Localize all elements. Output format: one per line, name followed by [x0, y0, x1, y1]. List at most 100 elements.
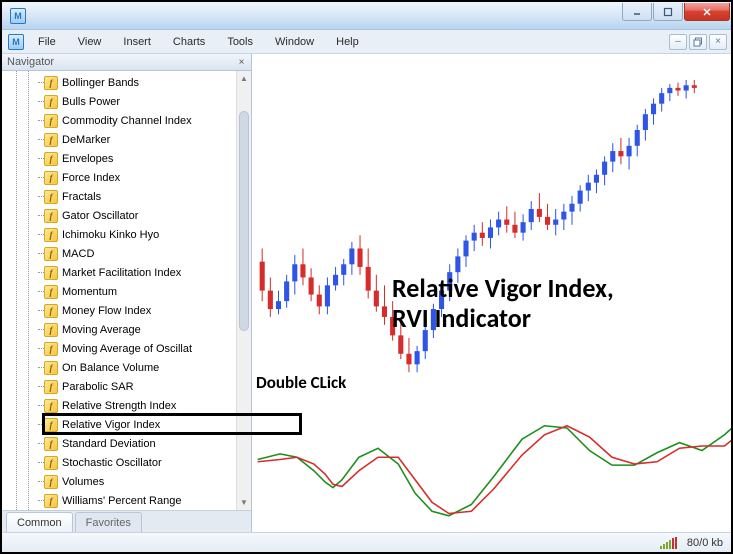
indicator-icon: f	[44, 437, 58, 451]
indicator-item[interactable]: f Momentum	[12, 282, 236, 301]
indicator-label: On Balance Volume	[62, 362, 159, 374]
indicator-icon: f	[44, 114, 58, 128]
indicator-label: Moving Average	[62, 324, 141, 336]
navigator-tab-common[interactable]: Common	[6, 512, 73, 532]
indicator-label: Bollinger Bands	[62, 77, 139, 89]
indicator-icon: f	[44, 361, 58, 375]
indicator-label: Relative Vigor Index	[62, 419, 160, 431]
app-icon: M	[10, 8, 26, 24]
menu-view[interactable]: View	[68, 33, 112, 51]
indicator-icon: f	[44, 95, 58, 109]
indicator-item[interactable]: f MACD	[12, 244, 236, 263]
doc-icon: M	[8, 34, 24, 50]
indicator-icon: f	[44, 323, 58, 337]
navigator-panel: Navigator × f Bollinger Bands f Bulls Power…	[2, 54, 252, 532]
statusbar: 80/0 kb	[2, 532, 731, 552]
doc-close-button[interactable]: ×	[709, 34, 727, 50]
indicator-icon: f	[44, 342, 58, 356]
scroll-up-button[interactable]: ▲	[237, 71, 251, 86]
indicator-item[interactable]: fStochastic Oscillator	[12, 453, 236, 472]
indicator-label: Parabolic SAR	[62, 381, 134, 393]
menu-tools[interactable]: Tools	[217, 33, 263, 51]
indicator-icon: f	[44, 152, 58, 166]
chart-area[interactable]: Relative Vigor Index, RVI Indicator Doub…	[252, 54, 731, 532]
window-minimize-button[interactable]	[622, 3, 652, 21]
scroll-down-button[interactable]: ▼	[237, 495, 251, 510]
connection-bars-icon	[660, 537, 677, 549]
indicator-icon: f	[44, 304, 58, 318]
indicator-label: Envelopes	[62, 153, 113, 165]
indicator-label: Money Flow Index	[62, 305, 151, 317]
indicator-item[interactable]: f Bollinger Bands	[12, 73, 236, 92]
indicator-label: Fractals	[62, 191, 101, 203]
navigator-title: Navigator	[7, 56, 54, 68]
menubar: M File View Insert Charts Tools Window H…	[2, 30, 731, 54]
indicator-item[interactable]: f Force Index	[12, 168, 236, 187]
scroll-thumb[interactable]	[239, 111, 249, 331]
indicator-item[interactable]: f Relative Vigor Index	[12, 415, 236, 434]
indicator-label: Market Facilitation Index	[62, 267, 181, 279]
annotation-title: Relative Vigor Index, RVI Indicator	[392, 274, 614, 334]
indicator-icon: f	[44, 228, 58, 242]
indicator-item[interactable]: f Standard Deviation	[12, 434, 236, 453]
indicator-icon: f	[44, 247, 58, 261]
indicator-item[interactable]: fDeMarker	[12, 130, 236, 149]
indicator-icon: f	[44, 380, 58, 394]
indicator-icon: f	[44, 190, 58, 204]
window-close-button[interactable]	[684, 3, 730, 21]
indicator-item[interactable]: f Moving Average of Oscillat	[12, 339, 236, 358]
app-window: M M File View Insert Charts Tools Window…	[2, 2, 731, 552]
navigator-tab-favorites[interactable]: Favorites	[75, 512, 142, 532]
indicator-label: Bulls Power	[62, 96, 120, 108]
indicator-item[interactable]: f On Balance Volume	[12, 358, 236, 377]
indicator-item[interactable]: f Parabolic SAR	[12, 377, 236, 396]
indicator-label: MACD	[62, 248, 94, 260]
indicator-icon: f	[44, 171, 58, 185]
doc-minimize-button[interactable]: –	[669, 34, 687, 50]
indicator-item[interactable]: f Williams' Percent Range	[12, 491, 236, 510]
annotation-double-click: Double CLick	[256, 372, 346, 393]
indicator-item[interactable]: f Envelopes	[12, 149, 236, 168]
indicator-icon: f	[44, 418, 58, 432]
indicator-label: Gator Oscillator	[62, 210, 138, 222]
indicator-label: Force Index	[62, 172, 120, 184]
menu-charts[interactable]: Charts	[163, 33, 215, 51]
indicator-item[interactable]: f Bulls Power	[12, 92, 236, 111]
menu-insert[interactable]: Insert	[113, 33, 161, 51]
indicator-item[interactable]: f Money Flow Index	[12, 301, 236, 320]
menu-window[interactable]: Window	[265, 33, 324, 51]
indicator-icon: f	[44, 494, 58, 508]
indicator-label: Relative Strength Index	[62, 400, 176, 412]
indicator-label: Ichimoku Kinko Hyo	[62, 229, 159, 241]
indicator-label: Standard Deviation	[62, 438, 156, 450]
menu-help[interactable]: Help	[326, 33, 369, 51]
navigator-tree[interactable]: f Bollinger Bands f Bulls Power f Commodity C…	[2, 71, 251, 510]
navigator-scrollbar[interactable]: ▲ ▼	[236, 71, 251, 510]
indicator-item[interactable]: f Ichimoku Kinko Hyo	[12, 225, 236, 244]
indicator-label: Momentum	[62, 286, 117, 298]
indicator-item[interactable]: f Relative Strength Index	[12, 396, 236, 415]
indicator-icon: f	[44, 475, 58, 489]
indicator-item[interactable]: f Volumes	[12, 472, 236, 491]
indicator-label: Commodity Channel Index	[62, 115, 192, 127]
menu-file[interactable]: File	[28, 33, 66, 51]
indicator-label: Stochastic Oscillator	[62, 457, 162, 469]
indicator-icon: f	[44, 76, 58, 90]
indicator-icon: f	[44, 285, 58, 299]
indicator-item[interactable]: f Fractals	[12, 187, 236, 206]
indicator-label: Williams' Percent Range	[62, 495, 181, 507]
doc-restore-button[interactable]	[689, 34, 707, 50]
navigator-header: Navigator ×	[2, 54, 251, 71]
indicator-icon: f	[44, 399, 58, 413]
titlebar[interactable]: M	[2, 2, 731, 30]
indicator-item[interactable]: f Commodity Channel Index	[12, 111, 236, 130]
window-maximize-button[interactable]	[653, 3, 683, 21]
indicator-item[interactable]: f Gator Oscillator	[12, 206, 236, 225]
indicator-label: Moving Average of Oscillat	[62, 343, 192, 355]
indicator-label: Volumes	[62, 476, 104, 488]
indicator-icon: f	[44, 266, 58, 280]
indicator-item[interactable]: f Moving Average	[12, 320, 236, 339]
indicator-item[interactable]: f Market Facilitation Index	[12, 263, 236, 282]
navigator-close-button[interactable]: ×	[235, 56, 248, 69]
indicator-icon: f	[44, 209, 58, 223]
